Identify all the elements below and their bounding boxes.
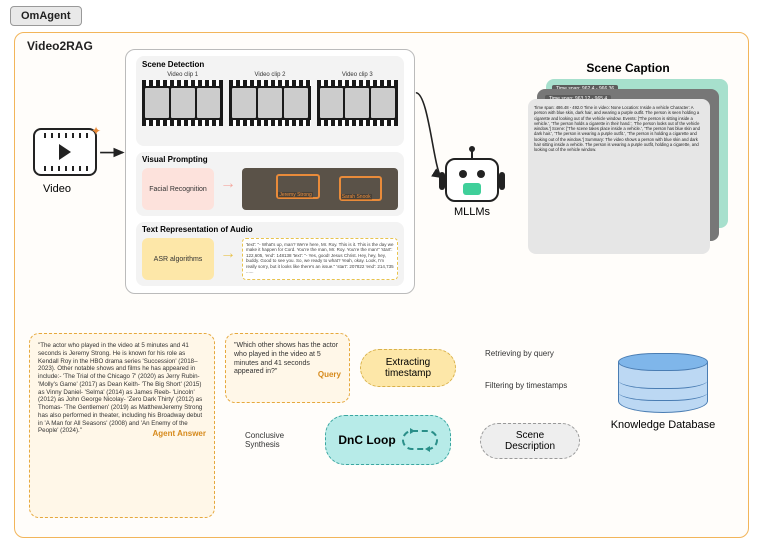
facial-recognition-module: Facial Recognition [142,168,214,210]
asr-module: ASR algorithms [142,238,214,280]
video-clip: Video clip 2 [229,72,310,126]
mllm-label: MLLMs [445,206,499,218]
knowledge-database: Knowledge Database [608,353,718,431]
dnc-label: DnC Loop [338,433,395,447]
scene-card: Time span: 486.48 - 492.0 Time in video:… [528,99,710,254]
agent-tag: OmAgent [10,6,82,26]
scene-description-node: Scene Description [480,423,580,459]
robot-icon [445,158,499,202]
mllm-node: MLLMs [445,158,499,218]
retrieving-label: Retrieving by query [485,349,554,358]
scene-detection-box: Scene Detection Video clip 1 Video clip … [136,56,404,146]
text-audio-title: Text Representation of Audio [142,225,253,234]
filmstrip-icon [229,80,310,126]
video-icon: ✦ [33,128,97,176]
answer-box: "The actor who played in the video at 5 … [29,333,215,518]
clip-label: Video clip 1 [142,72,223,78]
face-label: Jeremy Strong [278,192,313,198]
query-tag: Query [318,370,341,380]
video2rag-panel: Video2RAG ✦ Video Scene Detection Video … [14,32,749,538]
kdb-label: Knowledge Database [608,419,718,431]
query-box: "Which other shows has the actor who pla… [225,333,350,403]
database-icon [618,353,708,413]
face-bbox: Sarah Snook [339,176,383,201]
video-label: Video [43,183,71,195]
answer-tag: Agent Answer [153,429,207,439]
dnc-loop-node: DnC Loop [325,415,451,465]
filtering-label: Filtering by timestamps [485,381,567,390]
scene-detection-title: Scene Detection [142,60,398,69]
scene-caption-title: Scene Caption [528,61,728,75]
clip-label: Video clip 3 [317,72,398,78]
asr-output: 'text': "- What's up, man? We're here, M… [242,238,398,280]
face-detection-image: Jeremy Strong Sarah Snook [242,168,398,210]
arrow-icon: → [220,175,236,193]
filmstrip-icon [317,80,398,126]
loop-icon [402,430,438,450]
text-audio-box: Text Representation of Audio ASR algorit… [136,222,404,286]
answer-text: "The actor who played in the video at 5 … [38,342,202,434]
conclusive-label: Conclusive Synthesis [245,431,295,449]
clip-label: Video clip 2 [229,72,310,78]
face-bbox: Jeremy Strong [276,174,320,199]
visual-prompting-title: Visual Prompting [142,155,208,164]
extract-timestamp-node: Extracting timestamp [360,349,456,387]
filmstrip-icon [142,80,223,126]
face-label: Sarah Snook [341,194,372,200]
video-clip: Video clip 3 [317,72,398,126]
arrow-icon: → [220,245,236,263]
scene-caption-box: Scene Caption Time span: 962.4 - 966.36 … [528,61,728,254]
video-clip: Video clip 1 [142,72,223,126]
visual-prompting-box: Visual Prompting Facial Recognition → Je… [136,152,404,216]
preprocess-panel: Scene Detection Video clip 1 Video clip … [125,49,415,294]
panel-title: Video2RAG [27,39,93,53]
